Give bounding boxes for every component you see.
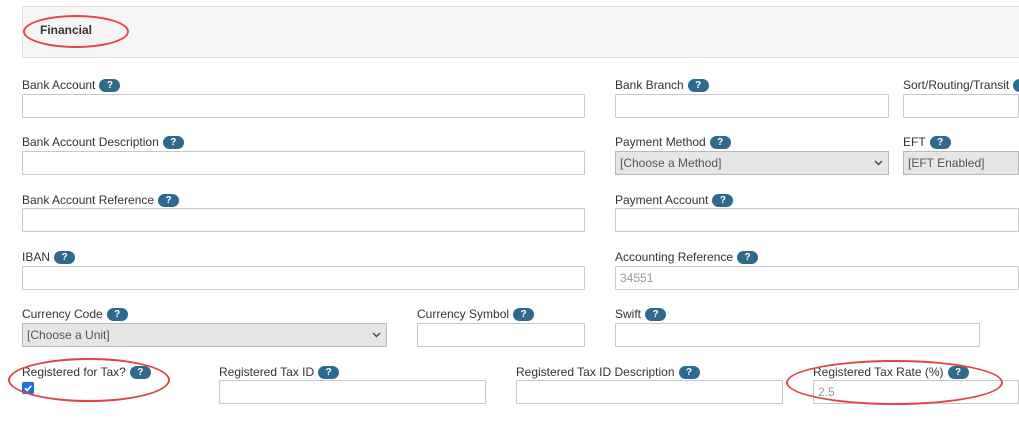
iban-label: IBAN? [22,250,76,264]
payment-method-select[interactable]: [Choose a Method] [615,151,889,175]
payment-account-input[interactable] [615,208,1019,232]
swift-label: Swift? [615,307,667,321]
eft-label: EFT? [903,135,951,149]
help-icon[interactable]: ? [929,135,951,149]
bank-branch-label: Bank Branch? [615,78,709,92]
payment-method-label: Payment Method? [615,135,731,149]
eft-select[interactable]: [EFT Enabled] [903,151,1019,175]
eft-value: [EFT Enabled] [908,156,985,170]
registered-tax-id-description-input[interactable] [516,380,783,404]
help-icon[interactable]: ? [709,135,731,149]
iban-input[interactable] [22,266,585,290]
bank-account-description-input[interactable] [22,151,585,175]
sort-routing-label: Sort/Routing/Transit? [903,78,1019,92]
payment-method-value: [Choose a Method] [620,156,722,170]
help-icon[interactable]: ? [678,365,700,379]
bank-account-label: Bank Account? [22,78,121,92]
bank-account-reference-input[interactable] [22,208,585,232]
swift-input[interactable] [615,323,980,347]
help-icon[interactable]: ? [158,193,180,207]
help-icon[interactable]: ? [947,365,969,379]
payment-account-label: Payment Account? [615,193,734,207]
bank-account-reference-label: Bank Account Reference? [22,193,180,207]
currency-symbol-input[interactable] [417,323,585,347]
help-icon[interactable]: ? [106,307,128,321]
bank-branch-input[interactable] [615,94,889,118]
registered-tax-id-description-label: Registered Tax ID Description? [516,365,700,379]
registered-tax-id-input[interactable] [219,380,486,404]
section-title: Financial [40,23,93,37]
help-icon[interactable]: ? [712,193,734,207]
registered-tax-id-label: Registered Tax ID? [219,365,340,379]
bank-account-input[interactable] [22,94,585,118]
help-icon[interactable]: ? [54,250,76,264]
checkmark-icon [24,385,32,392]
currency-code-label: Currency Code? [22,307,128,321]
help-icon[interactable]: ? [737,250,759,264]
help-icon[interactable]: ? [645,307,667,321]
sort-routing-input[interactable] [903,94,1019,118]
help-icon[interactable]: ? [99,78,121,92]
section-header [22,6,1019,58]
registered-tax-rate-input[interactable] [813,380,1019,404]
help-icon[interactable]: ? [1013,78,1019,92]
currency-code-select[interactable]: [Choose a Unit] [22,323,387,347]
help-icon[interactable]: ? [513,307,535,321]
currency-symbol-label: Currency Symbol? [417,307,535,321]
currency-code-value: [Choose a Unit] [27,328,110,342]
accounting-reference-input[interactable] [615,266,1019,290]
registered-for-tax-label: Registered for Tax?? [22,365,151,379]
registered-for-tax-checkbox[interactable] [22,382,34,394]
chevron-down-icon [372,332,381,338]
bank-account-description-label: Bank Account Description? [22,135,184,149]
accounting-reference-label: Accounting Reference? [615,250,759,264]
chevron-down-icon [874,160,883,166]
help-icon[interactable]: ? [318,365,340,379]
help-icon[interactable]: ? [687,78,709,92]
help-icon[interactable]: ? [162,135,184,149]
help-icon[interactable]: ? [129,365,151,379]
registered-tax-rate-label: Registered Tax Rate (%)? [813,365,969,379]
